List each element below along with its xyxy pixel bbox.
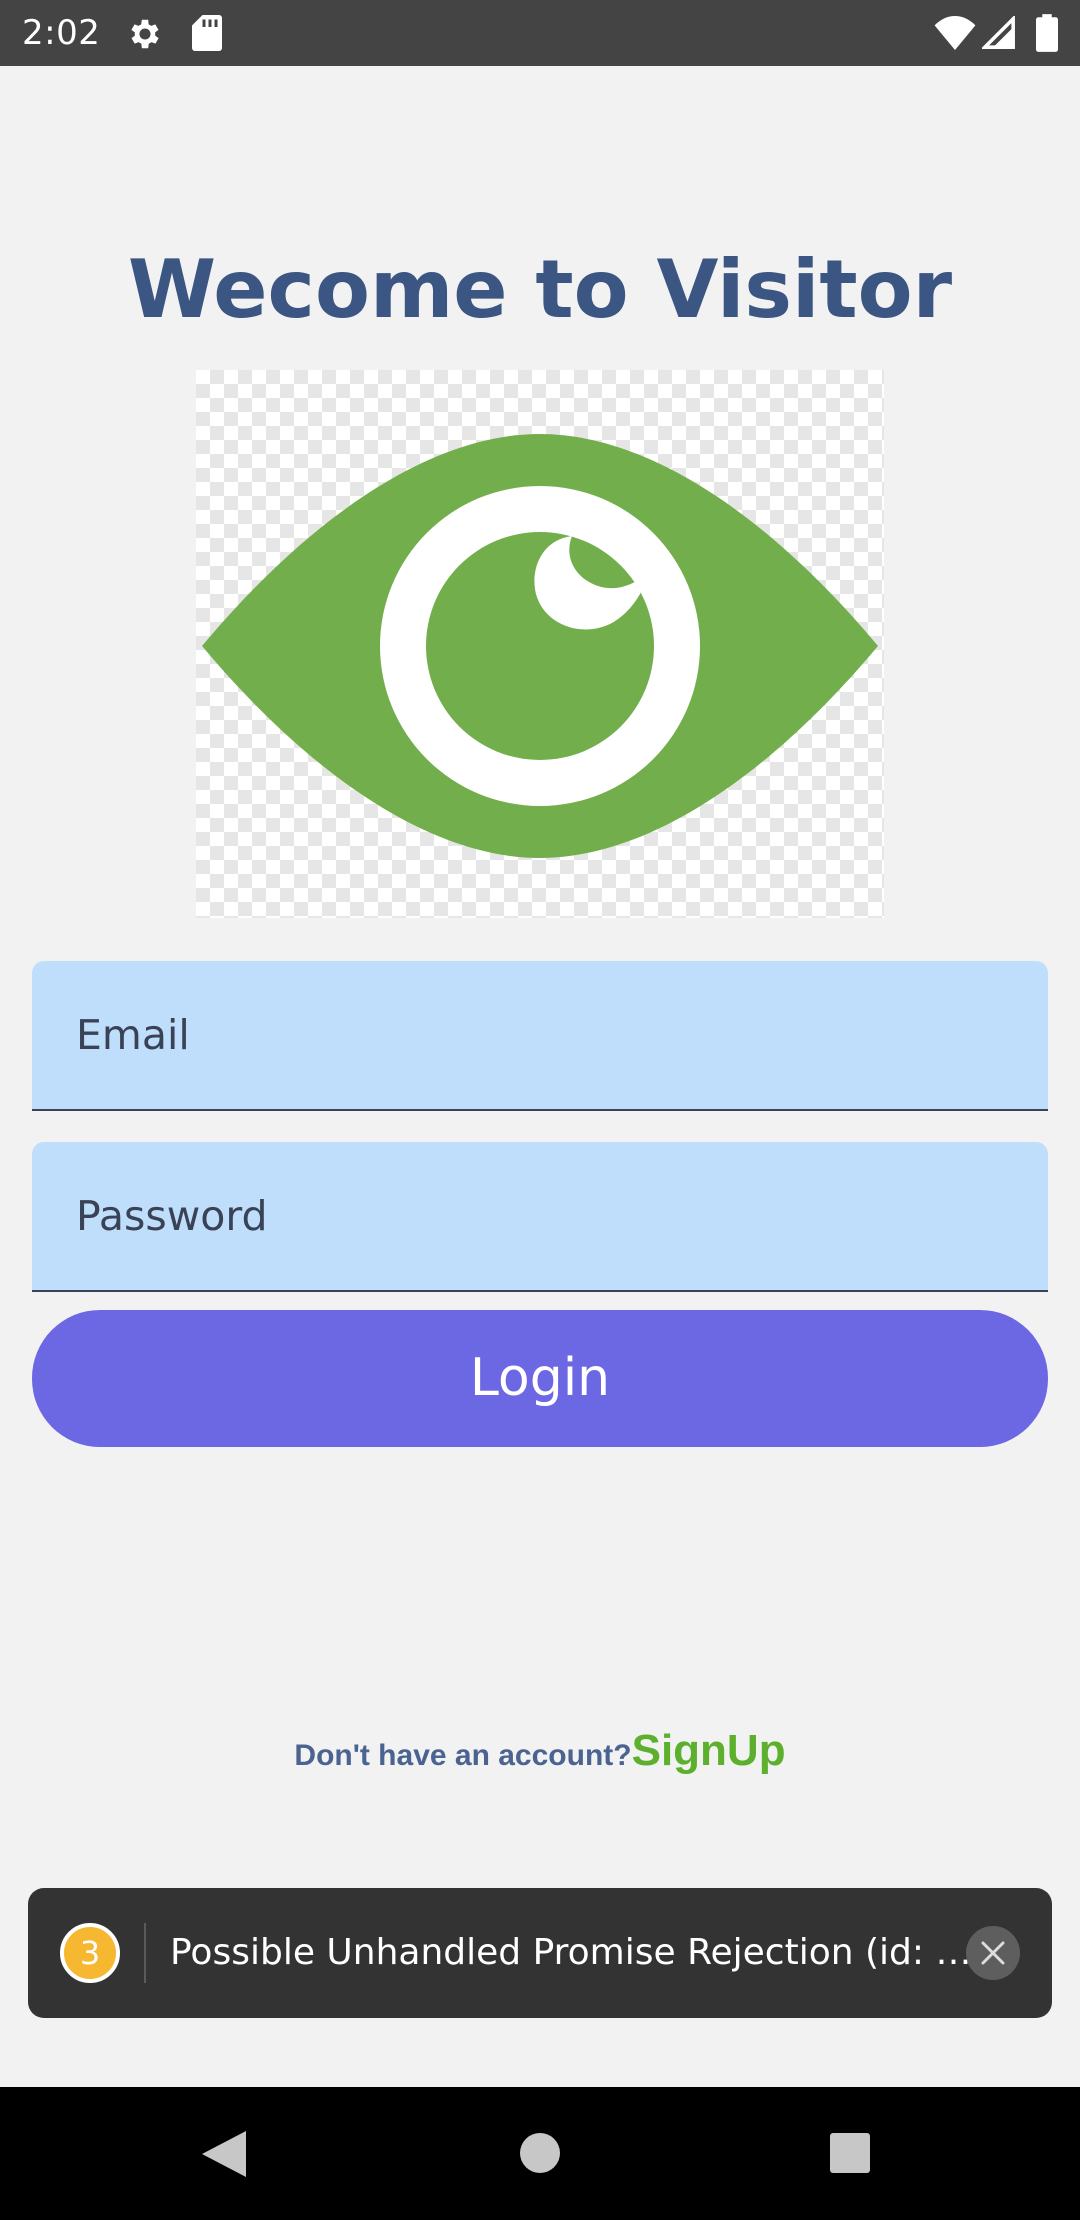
toast-divider xyxy=(144,1923,146,1983)
password-field[interactable] xyxy=(32,1142,1048,1290)
signup-row: Don't have an account?SignUp xyxy=(0,1726,1080,1796)
status-time: 2:02 xyxy=(22,13,101,53)
wifi-icon xyxy=(934,16,976,50)
password-field-container xyxy=(32,1142,1048,1292)
cell-signal-icon xyxy=(982,16,1015,49)
sd-card-icon xyxy=(192,15,222,51)
error-toast[interactable]: 3 Possible Unhandled Promise Rejection (… xyxy=(28,1888,1052,2018)
gear-icon xyxy=(131,19,159,49)
close-icon xyxy=(981,1941,1005,1965)
signup-prompt: Don't have an account? xyxy=(294,1739,632,1772)
toast-close-button[interactable] xyxy=(966,1926,1020,1980)
login-button[interactable]: Login xyxy=(32,1310,1048,1447)
page-title: Wecome to Visitor xyxy=(127,243,953,336)
home-icon[interactable] xyxy=(520,2133,560,2173)
navigation-bar xyxy=(0,2087,1080,2220)
error-count-badge: 3 xyxy=(60,1923,120,1983)
email-field-container xyxy=(32,961,1048,1111)
app-logo xyxy=(196,370,884,918)
battery-icon xyxy=(1036,14,1058,52)
back-icon[interactable] xyxy=(202,2131,246,2177)
recents-icon[interactable] xyxy=(830,2133,870,2173)
status-bar: 2:02 xyxy=(0,0,1080,66)
eye-icon xyxy=(202,434,878,858)
toast-message: Possible Unhandled Promise Rejection (id… xyxy=(170,1932,970,1973)
email-field[interactable] xyxy=(32,961,1048,1109)
signup-link[interactable]: SignUp xyxy=(632,1726,786,1775)
